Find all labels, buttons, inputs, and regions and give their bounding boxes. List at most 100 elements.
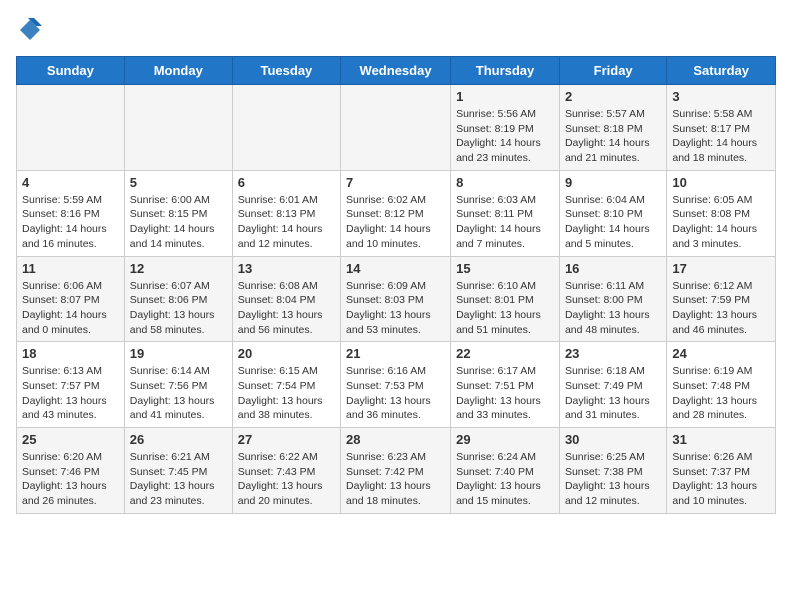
- calendar-cell: 19 Sunrise: 6:14 AM Sunset: 7:56 PM Dayli…: [124, 342, 232, 428]
- calendar-cell: 5 Sunrise: 6:00 AM Sunset: 8:15 PM Daylig…: [124, 170, 232, 256]
- day-number: 5: [130, 175, 227, 190]
- day-number: 7: [346, 175, 445, 190]
- day-info: Sunrise: 6:15 AM Sunset: 7:54 PM Dayligh…: [238, 364, 335, 423]
- day-info: Sunrise: 6:10 AM Sunset: 8:01 PM Dayligh…: [456, 279, 554, 338]
- calendar-cell: 12 Sunrise: 6:07 AM Sunset: 8:06 PM Dayli…: [124, 256, 232, 342]
- calendar-cell: 31 Sunrise: 6:26 AM Sunset: 7:37 PM Dayli…: [667, 428, 776, 514]
- calendar-cell: 10 Sunrise: 6:05 AM Sunset: 8:08 PM Dayli…: [667, 170, 776, 256]
- calendar-cell: [124, 85, 232, 171]
- calendar-cell: 16 Sunrise: 6:11 AM Sunset: 8:00 PM Dayli…: [559, 256, 666, 342]
- day-number: 19: [130, 346, 227, 361]
- calendar-cell: 25 Sunrise: 6:20 AM Sunset: 7:46 PM Dayli…: [17, 428, 125, 514]
- day-number: 8: [456, 175, 554, 190]
- week-row-5: 25 Sunrise: 6:20 AM Sunset: 7:46 PM Dayli…: [17, 428, 776, 514]
- day-info: Sunrise: 6:07 AM Sunset: 8:06 PM Dayligh…: [130, 279, 227, 338]
- day-number: 22: [456, 346, 554, 361]
- calendar-cell: 27 Sunrise: 6:22 AM Sunset: 7:43 PM Dayli…: [232, 428, 340, 514]
- day-number: 30: [565, 432, 661, 447]
- day-number: 1: [456, 89, 554, 104]
- page-header: [16, 16, 776, 44]
- day-number: 14: [346, 261, 445, 276]
- header-saturday: Saturday: [667, 57, 776, 85]
- day-number: 15: [456, 261, 554, 276]
- day-info: Sunrise: 6:01 AM Sunset: 8:13 PM Dayligh…: [238, 193, 335, 252]
- calendar-cell: 2Sunrise: 5:57 AM Sunset: 8:18 PM Daylig…: [559, 85, 666, 171]
- day-number: 24: [672, 346, 770, 361]
- day-info: Sunrise: 6:25 AM Sunset: 7:38 PM Dayligh…: [565, 450, 661, 509]
- calendar-cell: 6Sunrise: 6:01 AM Sunset: 8:13 PM Daylig…: [232, 170, 340, 256]
- day-info: Sunrise: 6:26 AM Sunset: 7:37 PM Dayligh…: [672, 450, 770, 509]
- calendar-cell: 28 Sunrise: 6:23 AM Sunset: 7:42 PM Dayli…: [341, 428, 451, 514]
- calendar-header-row: SundayMondayTuesdayWednesdayThursdayFrid…: [17, 57, 776, 85]
- day-number: 12: [130, 261, 227, 276]
- day-number: 25: [22, 432, 119, 447]
- day-number: 21: [346, 346, 445, 361]
- logo-icon: [16, 16, 44, 44]
- day-info: Sunrise: 6:24 AM Sunset: 7:40 PM Dayligh…: [456, 450, 554, 509]
- calendar-cell: 14Sunrise: 6:09 AM Sunset: 8:03 PM Dayli…: [341, 256, 451, 342]
- calendar-cell: 18 Sunrise: 6:13 AM Sunset: 7:57 PM Dayli…: [17, 342, 125, 428]
- day-number: 28: [346, 432, 445, 447]
- week-row-4: 18 Sunrise: 6:13 AM Sunset: 7:57 PM Dayli…: [17, 342, 776, 428]
- calendar-cell: 20 Sunrise: 6:15 AM Sunset: 7:54 PM Dayli…: [232, 342, 340, 428]
- day-number: 16: [565, 261, 661, 276]
- day-info: Sunrise: 5:59 AM Sunset: 8:16 PM Dayligh…: [22, 193, 119, 252]
- header-sunday: Sunday: [17, 57, 125, 85]
- calendar-cell: 9Sunrise: 6:04 AM Sunset: 8:10 PM Daylig…: [559, 170, 666, 256]
- calendar-cell: 1 Sunrise: 5:56 AM Sunset: 8:19 PM Daylig…: [451, 85, 560, 171]
- day-number: 11: [22, 261, 119, 276]
- calendar-cell: 30 Sunrise: 6:25 AM Sunset: 7:38 PM Dayli…: [559, 428, 666, 514]
- calendar-cell: 3 Sunrise: 5:58 AM Sunset: 8:17 PM Daylig…: [667, 85, 776, 171]
- day-info: Sunrise: 6:23 AM Sunset: 7:42 PM Dayligh…: [346, 450, 445, 509]
- calendar-cell: 13 Sunrise: 6:08 AM Sunset: 8:04 PM Dayli…: [232, 256, 340, 342]
- day-info: Sunrise: 6:11 AM Sunset: 8:00 PM Dayligh…: [565, 279, 661, 338]
- day-number: 3: [672, 89, 770, 104]
- day-number: 31: [672, 432, 770, 447]
- day-number: 20: [238, 346, 335, 361]
- calendar-cell: [341, 85, 451, 171]
- calendar-cell: 29 Sunrise: 6:24 AM Sunset: 7:40 PM Dayli…: [451, 428, 560, 514]
- day-info: Sunrise: 6:02 AM Sunset: 8:12 PM Dayligh…: [346, 193, 445, 252]
- day-info: Sunrise: 6:05 AM Sunset: 8:08 PM Dayligh…: [672, 193, 770, 252]
- day-number: 23: [565, 346, 661, 361]
- calendar-cell: 15 Sunrise: 6:10 AM Sunset: 8:01 PM Dayli…: [451, 256, 560, 342]
- calendar-cell: 4 Sunrise: 5:59 AM Sunset: 8:16 PM Daylig…: [17, 170, 125, 256]
- day-info: Sunrise: 6:14 AM Sunset: 7:56 PM Dayligh…: [130, 364, 227, 423]
- day-info: Sunrise: 6:17 AM Sunset: 7:51 PM Dayligh…: [456, 364, 554, 423]
- day-number: 4: [22, 175, 119, 190]
- day-number: 27: [238, 432, 335, 447]
- day-info: Sunrise: 6:06 AM Sunset: 8:07 PM Dayligh…: [22, 279, 119, 338]
- day-info: Sunrise: 6:19 AM Sunset: 7:48 PM Dayligh…: [672, 364, 770, 423]
- day-number: 2: [565, 89, 661, 104]
- calendar-cell: 21Sunrise: 6:16 AM Sunset: 7:53 PM Dayli…: [341, 342, 451, 428]
- calendar-cell: 23 Sunrise: 6:18 AM Sunset: 7:49 PM Dayli…: [559, 342, 666, 428]
- day-info: Sunrise: 6:21 AM Sunset: 7:45 PM Dayligh…: [130, 450, 227, 509]
- day-info: Sunrise: 6:00 AM Sunset: 8:15 PM Dayligh…: [130, 193, 227, 252]
- day-info: Sunrise: 5:56 AM Sunset: 8:19 PM Dayligh…: [456, 107, 554, 166]
- week-row-1: 1 Sunrise: 5:56 AM Sunset: 8:19 PM Daylig…: [17, 85, 776, 171]
- header-thursday: Thursday: [451, 57, 560, 85]
- calendar-cell: 8 Sunrise: 6:03 AM Sunset: 8:11 PM Daylig…: [451, 170, 560, 256]
- calendar-cell: 17Sunrise: 6:12 AM Sunset: 7:59 PM Dayli…: [667, 256, 776, 342]
- day-info: Sunrise: 6:18 AM Sunset: 7:49 PM Dayligh…: [565, 364, 661, 423]
- calendar-cell: [232, 85, 340, 171]
- header-tuesday: Tuesday: [232, 57, 340, 85]
- day-info: Sunrise: 6:08 AM Sunset: 8:04 PM Dayligh…: [238, 279, 335, 338]
- header-wednesday: Wednesday: [341, 57, 451, 85]
- day-info: Sunrise: 6:03 AM Sunset: 8:11 PM Dayligh…: [456, 193, 554, 252]
- day-number: 10: [672, 175, 770, 190]
- week-row-3: 11 Sunrise: 6:06 AM Sunset: 8:07 PM Dayli…: [17, 256, 776, 342]
- day-info: Sunrise: 6:22 AM Sunset: 7:43 PM Dayligh…: [238, 450, 335, 509]
- day-info: Sunrise: 6:04 AM Sunset: 8:10 PM Dayligh…: [565, 193, 661, 252]
- day-info: Sunrise: 6:20 AM Sunset: 7:46 PM Dayligh…: [22, 450, 119, 509]
- day-info: Sunrise: 5:58 AM Sunset: 8:17 PM Dayligh…: [672, 107, 770, 166]
- day-number: 18: [22, 346, 119, 361]
- day-number: 13: [238, 261, 335, 276]
- logo: [16, 16, 48, 44]
- day-number: 26: [130, 432, 227, 447]
- calendar-cell: 26 Sunrise: 6:21 AM Sunset: 7:45 PM Dayli…: [124, 428, 232, 514]
- calendar-cell: 24 Sunrise: 6:19 AM Sunset: 7:48 PM Dayli…: [667, 342, 776, 428]
- day-info: Sunrise: 6:13 AM Sunset: 7:57 PM Dayligh…: [22, 364, 119, 423]
- calendar-cell: 7 Sunrise: 6:02 AM Sunset: 8:12 PM Daylig…: [341, 170, 451, 256]
- day-number: 29: [456, 432, 554, 447]
